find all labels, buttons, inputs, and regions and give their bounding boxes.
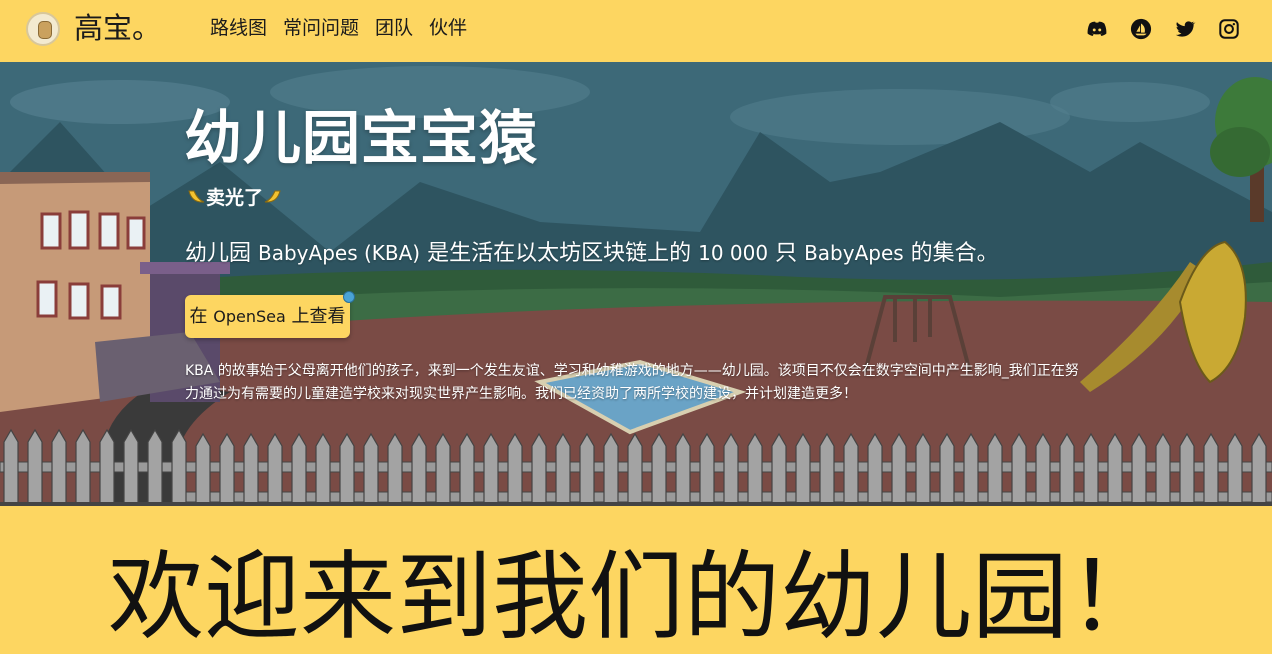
subtitle-text: 的集合。: [903, 241, 999, 266]
fence-picket: [843, 432, 859, 506]
fence-picket: [507, 432, 523, 506]
nav-link-partners[interactable]: 伙伴: [429, 14, 467, 42]
fence-picket: [867, 432, 883, 506]
fence-picket: [1083, 432, 1099, 506]
fence-picket: [1107, 432, 1123, 506]
fence-picket: [963, 432, 979, 506]
fence-picket: [723, 432, 739, 506]
hero-title: 幼儿园宝宝猿: [184, 104, 539, 172]
sold-out-label: 卖光了: [186, 184, 283, 212]
fence-picket: [915, 432, 931, 506]
fence-picket: [435, 432, 451, 506]
fence-picket: [675, 432, 691, 506]
fence-picket: [243, 432, 259, 506]
fence-picket: [411, 432, 427, 506]
subtitle-text: 幼儿园: [185, 241, 258, 266]
fence-picket: [171, 428, 187, 506]
fence-picket: [75, 428, 91, 506]
opensea-icon[interactable]: [1130, 18, 1152, 40]
fence-picket: [627, 432, 643, 506]
fence-picket: [651, 432, 667, 506]
fence-picket: [1203, 432, 1219, 506]
logo-badge[interactable]: [26, 12, 60, 46]
fence-picket: [1059, 432, 1075, 506]
fence-picket: [1227, 432, 1243, 506]
subtitle-brand: BabyApes: [804, 241, 904, 265]
fence-picket: [459, 432, 475, 506]
fence-picket: [387, 432, 403, 506]
fence-picket: [987, 432, 1003, 506]
fence-picket: [291, 432, 307, 506]
button-text: 在: [189, 306, 214, 327]
fence-picket: [1179, 432, 1195, 506]
fence-picket: [147, 428, 163, 506]
fence-picket: [267, 432, 283, 506]
fence-picket: [819, 432, 835, 506]
subtitle-count: 10 000: [698, 241, 769, 265]
fence-picket: [795, 432, 811, 506]
welcome-section: 欢迎来到我们的幼儿园！: [0, 506, 1272, 654]
site-logo-text[interactable]: 高宝。: [74, 8, 161, 48]
social-links: [1086, 18, 1240, 40]
hero-section: 幼儿园宝宝猿 卖光了 幼儿园 BabyApes (KBA) 是生活在以太坊区块链…: [0, 62, 1272, 506]
baby-ape-logo-icon: [38, 21, 52, 39]
subtitle-brand: BabyApes (KBA): [258, 241, 421, 265]
hero-subtitle: 幼儿园 BabyApes (KBA) 是生活在以太坊区块链上的 10 000 只…: [185, 236, 999, 271]
fence-picket: [483, 432, 499, 506]
fence-picket: [1011, 432, 1027, 506]
fence-picket: [891, 432, 907, 506]
fence-picket: [579, 432, 595, 506]
fence-picket: [939, 432, 955, 506]
fence-picket: [771, 432, 787, 506]
fence-picket: [3, 428, 19, 506]
nav-link-faq[interactable]: 常问问题: [283, 14, 359, 42]
fence-picket: [315, 432, 331, 506]
welcome-title: 欢迎来到我们的幼儿园！: [108, 541, 1164, 653]
fence-picket: [123, 428, 139, 506]
hero-description: KBA 的故事始于父母离开他们的孩子，来到一个发生友谊、学习和幼稚游戏的地方——…: [185, 363, 1079, 402]
subtitle-text: 是生活在以太坊区块链上的: [420, 241, 699, 266]
fence-picket: [99, 428, 115, 506]
fence-picket: [555, 432, 571, 506]
nav-link-team[interactable]: 团队: [375, 14, 413, 42]
top-navbar: 高宝。 路线图 常问问题 团队 伙伴: [0, 0, 1272, 62]
fence-picket: [531, 432, 547, 506]
fence-picket: [1131, 432, 1147, 506]
fence-picket: [219, 432, 235, 506]
fence-picket: [699, 432, 715, 506]
fence-picket: [747, 432, 763, 506]
button-brand: OpenSea: [213, 307, 286, 326]
main-menu: 路线图 常问问题 团队 伙伴: [210, 14, 467, 42]
fence-picket: [1251, 432, 1267, 506]
twitter-icon[interactable]: [1174, 18, 1196, 40]
fence-picket: [27, 428, 43, 506]
sold-out-text: 卖光了: [206, 187, 264, 209]
fence-picket: [603, 432, 619, 506]
fence-picket: [51, 428, 67, 506]
fence-picket: [339, 432, 355, 506]
banana-icon: [186, 187, 206, 207]
banana-icon: [263, 187, 283, 207]
fence-picket: [1155, 432, 1171, 506]
notification-dot: [343, 291, 355, 303]
fence-picket: [1035, 432, 1051, 506]
nav-link-roadmap[interactable]: 路线图: [210, 14, 267, 42]
fence-picket: [195, 432, 211, 506]
fence-picket: [363, 432, 379, 506]
instagram-icon[interactable]: [1218, 18, 1240, 40]
discord-icon[interactable]: [1086, 18, 1108, 40]
view-on-opensea-button[interactable]: 在 OpenSea 上查看: [185, 295, 350, 338]
button-text: 上查看: [285, 306, 346, 327]
subtitle-text: 只: [768, 241, 805, 266]
